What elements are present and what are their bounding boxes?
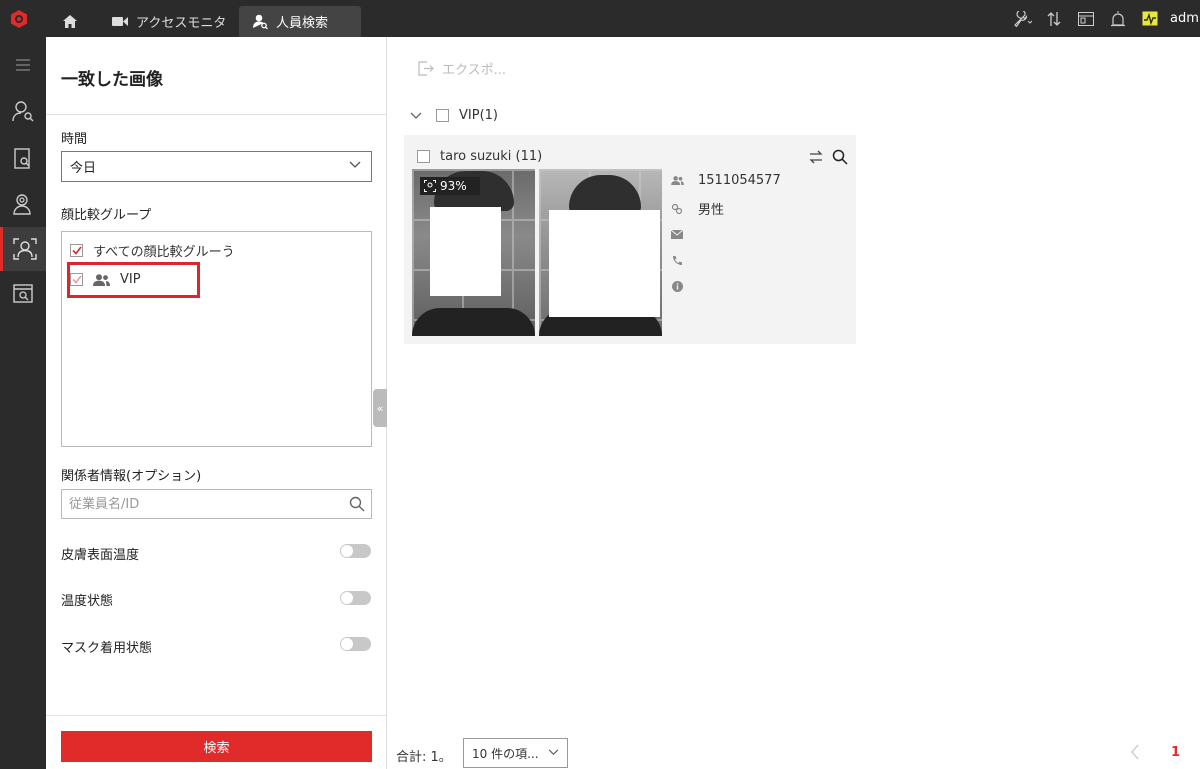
- health-monitor-icon[interactable]: [1138, 7, 1162, 31]
- top-bar: アクセスモニタ 人員検索 admin: [0, 0, 1200, 37]
- transfer-icon[interactable]: [1042, 7, 1066, 31]
- tab-person-search[interactable]: 人員検索: [239, 6, 361, 37]
- group-item-label: すべての顔比較グルーう: [93, 245, 235, 260]
- result-person-name: taro suzuki (11): [440, 149, 543, 164]
- page-size-select[interactable]: 10 件の項...: [463, 738, 568, 768]
- chevron-down-icon: [548, 749, 559, 756]
- registered-face-photo[interactable]: [539, 169, 662, 336]
- time-select[interactable]: 今日: [61, 151, 372, 182]
- email-row: [670, 227, 698, 241]
- home-tab[interactable]: [52, 6, 88, 37]
- group-people-icon: [670, 174, 684, 188]
- export-label: エクスポ...: [442, 63, 507, 78]
- home-icon: [63, 15, 77, 28]
- rail-person-search[interactable]: [0, 89, 46, 133]
- double-chevron-left-icon: «: [376, 401, 384, 415]
- result-checkbox[interactable]: [417, 150, 430, 163]
- checkbox-checked[interactable]: [70, 244, 83, 257]
- info-icon: [670, 279, 684, 293]
- privacy-mask: [549, 210, 660, 317]
- hamburger-icon: [16, 59, 30, 71]
- time-label: 時間: [61, 132, 88, 147]
- export-button[interactable]: エクスポ...: [418, 59, 506, 78]
- alarm-icon[interactable]: [1106, 7, 1130, 31]
- temp-status-label: 温度状態: [61, 594, 114, 609]
- temp-status-toggle[interactable]: [340, 591, 371, 605]
- person-id-row: 1511054577: [670, 173, 781, 188]
- result-group-header[interactable]: VIP(1): [410, 108, 498, 123]
- tab-access-monitor[interactable]: アクセスモニタ: [98, 6, 238, 37]
- rail-face-search[interactable]: [0, 182, 46, 226]
- person-id: 1511054577: [698, 173, 781, 188]
- result-card[interactable]: taro suzuki (11) 93% 1511054577 男性: [404, 135, 856, 344]
- person-search-icon: [253, 14, 268, 29]
- rail-calendar-search[interactable]: [0, 271, 46, 315]
- rail-matched-images[interactable]: [0, 227, 46, 271]
- gender-icon: [670, 202, 684, 216]
- user-name[interactable]: admin: [1170, 11, 1200, 26]
- skin-temp-label: 皮膚表面温度: [61, 548, 140, 563]
- page-size-value: 10 件の項...: [472, 746, 539, 761]
- face-frame-icon: [424, 180, 436, 192]
- time-select-value: 今日: [70, 161, 97, 176]
- tab-label: 人員検索: [276, 16, 329, 31]
- divider: [46, 715, 387, 716]
- search-panel: 一致した画像 時間 今日 顔比較グループ すべての顔比較グルーう VIP 関係者…: [46, 37, 387, 769]
- similarity-value: 93%: [440, 179, 467, 193]
- privacy-mask: [430, 207, 501, 296]
- email-icon: [670, 227, 684, 241]
- video-camera-icon: [112, 17, 128, 26]
- chevron-down-icon[interactable]: [410, 112, 422, 120]
- document-search-icon: [14, 148, 30, 169]
- captured-face-photo[interactable]: 93%: [412, 169, 535, 336]
- pagination-bar: 合計: 1。 10 件の項... 1: [388, 737, 1200, 769]
- group-item-all[interactable]: すべての顔比較グルーう: [70, 241, 235, 260]
- app-logo-icon: [0, 0, 37, 37]
- face-frame-icon: [12, 238, 37, 260]
- swap-icon[interactable]: [804, 147, 828, 167]
- mask-status-label: マスク着用状態: [61, 641, 153, 656]
- current-page[interactable]: 1: [1171, 745, 1180, 760]
- collapse-panel-handle[interactable]: «: [373, 389, 387, 427]
- phone-row: [670, 253, 698, 267]
- layout-icon[interactable]: [1074, 7, 1098, 31]
- result-group-label: VIP(1): [459, 108, 498, 123]
- results-area: エクスポ... VIP(1) taro suzuki (11) 93% 1511…: [388, 37, 1200, 769]
- person-search-input[interactable]: [69, 491, 339, 517]
- person-search-icon: [12, 101, 34, 122]
- person-gender: 男性: [698, 203, 725, 218]
- export-icon: [418, 61, 434, 76]
- phone-icon: [670, 253, 684, 267]
- calendar-search-icon: [13, 284, 33, 303]
- mask-status-toggle[interactable]: [340, 637, 371, 651]
- wrench-icon[interactable]: [1010, 7, 1034, 31]
- side-rail: [0, 37, 46, 769]
- divider: [46, 114, 387, 115]
- checkmark-icon: [71, 246, 82, 255]
- menu-toggle[interactable]: [0, 43, 46, 87]
- highlight-annotation: [67, 262, 200, 298]
- chevron-down-icon: [349, 161, 361, 168]
- rail-record-search[interactable]: [0, 137, 46, 181]
- search-icon[interactable]: [349, 496, 365, 512]
- face-search-icon: [13, 194, 31, 215]
- chevron-left-icon[interactable]: [1130, 744, 1140, 760]
- similarity-badge: 93%: [420, 177, 480, 195]
- face-group-list: すべての顔比較グルーう VIP: [61, 231, 372, 447]
- gender-row: 男性: [670, 199, 724, 218]
- skin-temp-toggle[interactable]: [340, 544, 371, 558]
- group-label: 顔比較グループ: [61, 208, 152, 223]
- group-checkbox[interactable]: [436, 109, 449, 122]
- person-info-label: 関係者情報(オプション): [61, 469, 202, 484]
- search-icon[interactable]: [828, 147, 852, 167]
- search-button[interactable]: 検索: [61, 731, 372, 762]
- info-row: [670, 279, 698, 293]
- tab-label: アクセスモニタ: [136, 16, 227, 31]
- panel-title: 一致した画像: [61, 70, 163, 90]
- total-count: 合計: 1。: [396, 750, 452, 765]
- person-search-field[interactable]: [61, 489, 372, 519]
